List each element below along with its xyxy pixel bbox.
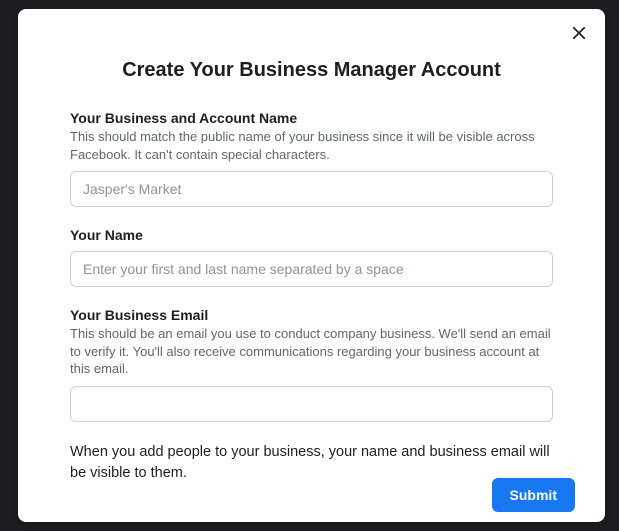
submit-button[interactable]: Submit (492, 478, 575, 512)
dialog-title: Create Your Business Manager Account (70, 59, 553, 82)
business-name-input[interactable] (70, 171, 553, 207)
field-help-business-email: This should be an email you use to condu… (70, 325, 553, 378)
create-business-manager-dialog: Create Your Business Manager Account You… (18, 9, 605, 522)
field-help-business-name: This should match the public name of you… (70, 128, 553, 163)
close-button[interactable] (569, 25, 589, 45)
dialog-footer: Submit (492, 478, 575, 512)
dialog-content: Create Your Business Manager Account You… (18, 9, 605, 504)
field-business-email: Your Business Email This should be an em… (70, 307, 553, 422)
field-label-your-name: Your Name (70, 227, 553, 243)
field-your-name: Your Name (70, 227, 553, 287)
field-label-business-email: Your Business Email (70, 307, 553, 323)
field-label-business-name: Your Business and Account Name (70, 110, 553, 126)
visibility-notice: When you add people to your business, yo… (70, 442, 553, 484)
field-business-name: Your Business and Account Name This shou… (70, 110, 553, 207)
close-icon (570, 24, 588, 47)
your-name-input[interactable] (70, 251, 553, 287)
business-email-input[interactable] (70, 386, 553, 422)
